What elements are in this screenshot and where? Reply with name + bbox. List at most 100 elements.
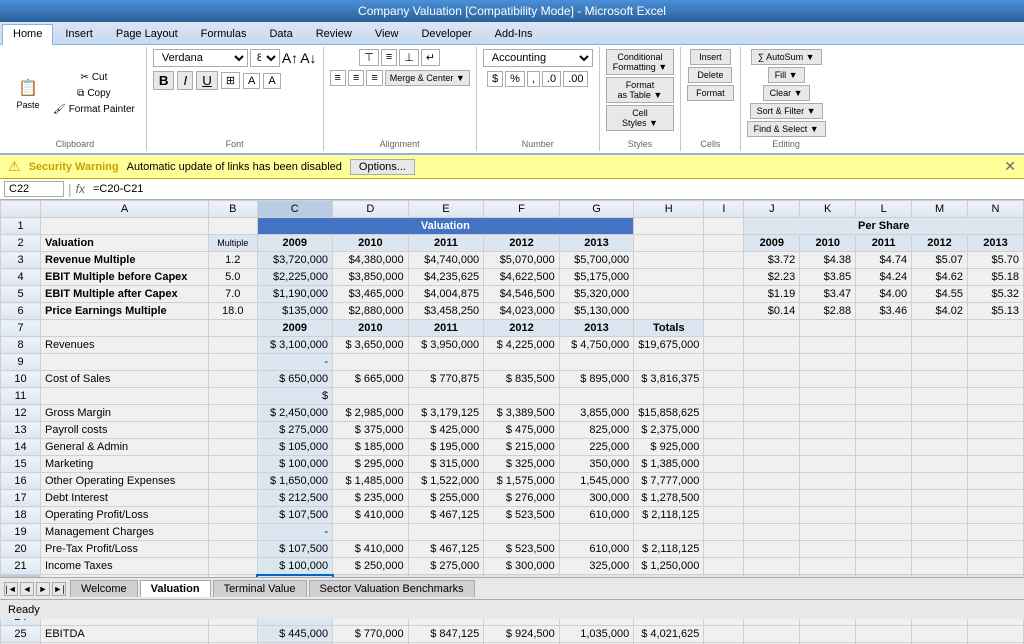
cell-N3[interactable]: $5.70	[967, 252, 1023, 269]
col-header-D[interactable]: D	[333, 201, 409, 218]
cell-D13[interactable]: $ 375,000	[333, 422, 409, 439]
cell-C14[interactable]: $ 105,000	[257, 439, 333, 456]
cell-I5[interactable]	[704, 286, 744, 303]
cell-J20[interactable]	[744, 541, 800, 558]
align-center-button[interactable]: ≡	[348, 70, 364, 86]
cell-G19[interactable]	[559, 524, 633, 541]
delete-button[interactable]: Delete	[688, 67, 732, 83]
underline-button[interactable]: U	[196, 71, 218, 90]
cell-B16[interactable]	[208, 473, 257, 490]
cell-B2[interactable]: Multiple	[208, 235, 257, 252]
cell-A21[interactable]: Income Taxes	[41, 558, 209, 575]
cell-I1[interactable]	[704, 218, 744, 235]
tab-view[interactable]: View	[364, 24, 410, 44]
cell-J21[interactable]	[744, 558, 800, 575]
cell-A8[interactable]: Revenues	[41, 337, 209, 354]
cell-J16[interactable]	[744, 473, 800, 490]
row-header-16[interactable]: 16	[1, 473, 41, 490]
fill-button[interactable]: Fill ▼	[768, 67, 805, 83]
options-button[interactable]: Options...	[350, 159, 415, 175]
cell-K17[interactable]	[800, 490, 856, 507]
cell-H1[interactable]	[634, 218, 704, 235]
cell-A17[interactable]: Debt Interest	[41, 490, 209, 507]
cell-M18[interactable]	[912, 507, 968, 524]
cell-A2[interactable]: Valuation	[41, 235, 209, 252]
cell-J11[interactable]	[744, 388, 800, 405]
cell-F10[interactable]: $ 835,500	[484, 371, 560, 388]
cell-C3[interactable]: $3,720,000	[257, 252, 333, 269]
cell-G9[interactable]	[559, 354, 633, 371]
cell-K19[interactable]	[800, 524, 856, 541]
cell-C1[interactable]: Valuation	[257, 218, 634, 235]
cell-E15[interactable]: $ 315,000	[408, 456, 484, 473]
cell-C7[interactable]: 2009	[257, 320, 333, 337]
cell-M3[interactable]: $5.07	[912, 252, 968, 269]
cell-C2[interactable]: 2009	[257, 235, 333, 252]
align-right-button[interactable]: ≡	[366, 70, 382, 86]
font-size-select[interactable]: 8	[250, 49, 280, 67]
cell-C12[interactable]: $ 2,450,000	[257, 405, 333, 422]
cell-E9[interactable]	[408, 354, 484, 371]
col-header-B[interactable]: B	[208, 201, 257, 218]
cell-B20[interactable]	[208, 541, 257, 558]
cell-N15[interactable]	[967, 456, 1023, 473]
cell-A19[interactable]: Management Charges	[41, 524, 209, 541]
cell-N18[interactable]	[967, 507, 1023, 524]
format-button[interactable]: Format	[687, 85, 734, 101]
cell-N6[interactable]: $5.13	[967, 303, 1023, 320]
cell-E25[interactable]: $ 847,125	[408, 626, 484, 643]
cell-I16[interactable]	[704, 473, 744, 490]
italic-button[interactable]: I	[177, 71, 193, 90]
cell-B10[interactable]	[208, 371, 257, 388]
cell-H17[interactable]: $ 1,278,500	[634, 490, 704, 507]
cell-F15[interactable]: $ 325,000	[484, 456, 560, 473]
cell-K20[interactable]	[800, 541, 856, 558]
cell-C5[interactable]: $1,190,000	[257, 286, 333, 303]
cell-B21[interactable]	[208, 558, 257, 575]
cell-C17[interactable]: $ 212,500	[257, 490, 333, 507]
cell-B18[interactable]	[208, 507, 257, 524]
cell-L18[interactable]	[856, 507, 912, 524]
currency-button[interactable]: $	[487, 71, 503, 87]
cell-K8[interactable]	[800, 337, 856, 354]
row-header-7[interactable]: 7	[1, 320, 41, 337]
row-header-17[interactable]: 17	[1, 490, 41, 507]
cell-E5[interactable]: $4,004,875	[408, 286, 484, 303]
cell-L11[interactable]	[856, 388, 912, 405]
cell-M16[interactable]	[912, 473, 968, 490]
row-header-20[interactable]: 20	[1, 541, 41, 558]
cell-E3[interactable]: $4,740,000	[408, 252, 484, 269]
cell-K6[interactable]: $2.88	[800, 303, 856, 320]
cell-C6[interactable]: $135,000	[257, 303, 333, 320]
format-painter-button[interactable]: 🖌 Format Painter	[48, 102, 140, 117]
cell-J10[interactable]	[744, 371, 800, 388]
col-header-M[interactable]: M	[912, 201, 968, 218]
cell-J3[interactable]: $3.72	[744, 252, 800, 269]
col-header-H[interactable]: H	[634, 201, 704, 218]
row-header-2[interactable]: 2	[1, 235, 41, 252]
cell-M4[interactable]: $4.62	[912, 269, 968, 286]
cell-I18[interactable]	[704, 507, 744, 524]
col-header-I[interactable]: I	[704, 201, 744, 218]
cell-B15[interactable]	[208, 456, 257, 473]
cell-D4[interactable]: $3,850,000	[333, 269, 409, 286]
cell-A16[interactable]: Other Operating Expenses	[41, 473, 209, 490]
cell-A6[interactable]: Price Earnings Multiple	[41, 303, 209, 320]
cell-I19[interactable]	[704, 524, 744, 541]
cell-I14[interactable]	[704, 439, 744, 456]
cell-L6[interactable]: $3.46	[856, 303, 912, 320]
cell-E20[interactable]: $ 467,125	[408, 541, 484, 558]
cell-B19[interactable]	[208, 524, 257, 541]
cut-button[interactable]: ✂ Cut	[48, 70, 140, 85]
cell-M19[interactable]	[912, 524, 968, 541]
cell-G14[interactable]: 225,000	[559, 439, 633, 456]
cell-N4[interactable]: $5.18	[967, 269, 1023, 286]
cell-M12[interactable]	[912, 405, 968, 422]
cell-B7[interactable]	[208, 320, 257, 337]
cell-C10[interactable]: $ 650,000	[257, 371, 333, 388]
cell-I7[interactable]	[704, 320, 744, 337]
col-header-K[interactable]: K	[800, 201, 856, 218]
cell-F5[interactable]: $4,546,500	[484, 286, 560, 303]
cell-F7[interactable]: 2012	[484, 320, 560, 337]
cell-G10[interactable]: $ 895,000	[559, 371, 633, 388]
